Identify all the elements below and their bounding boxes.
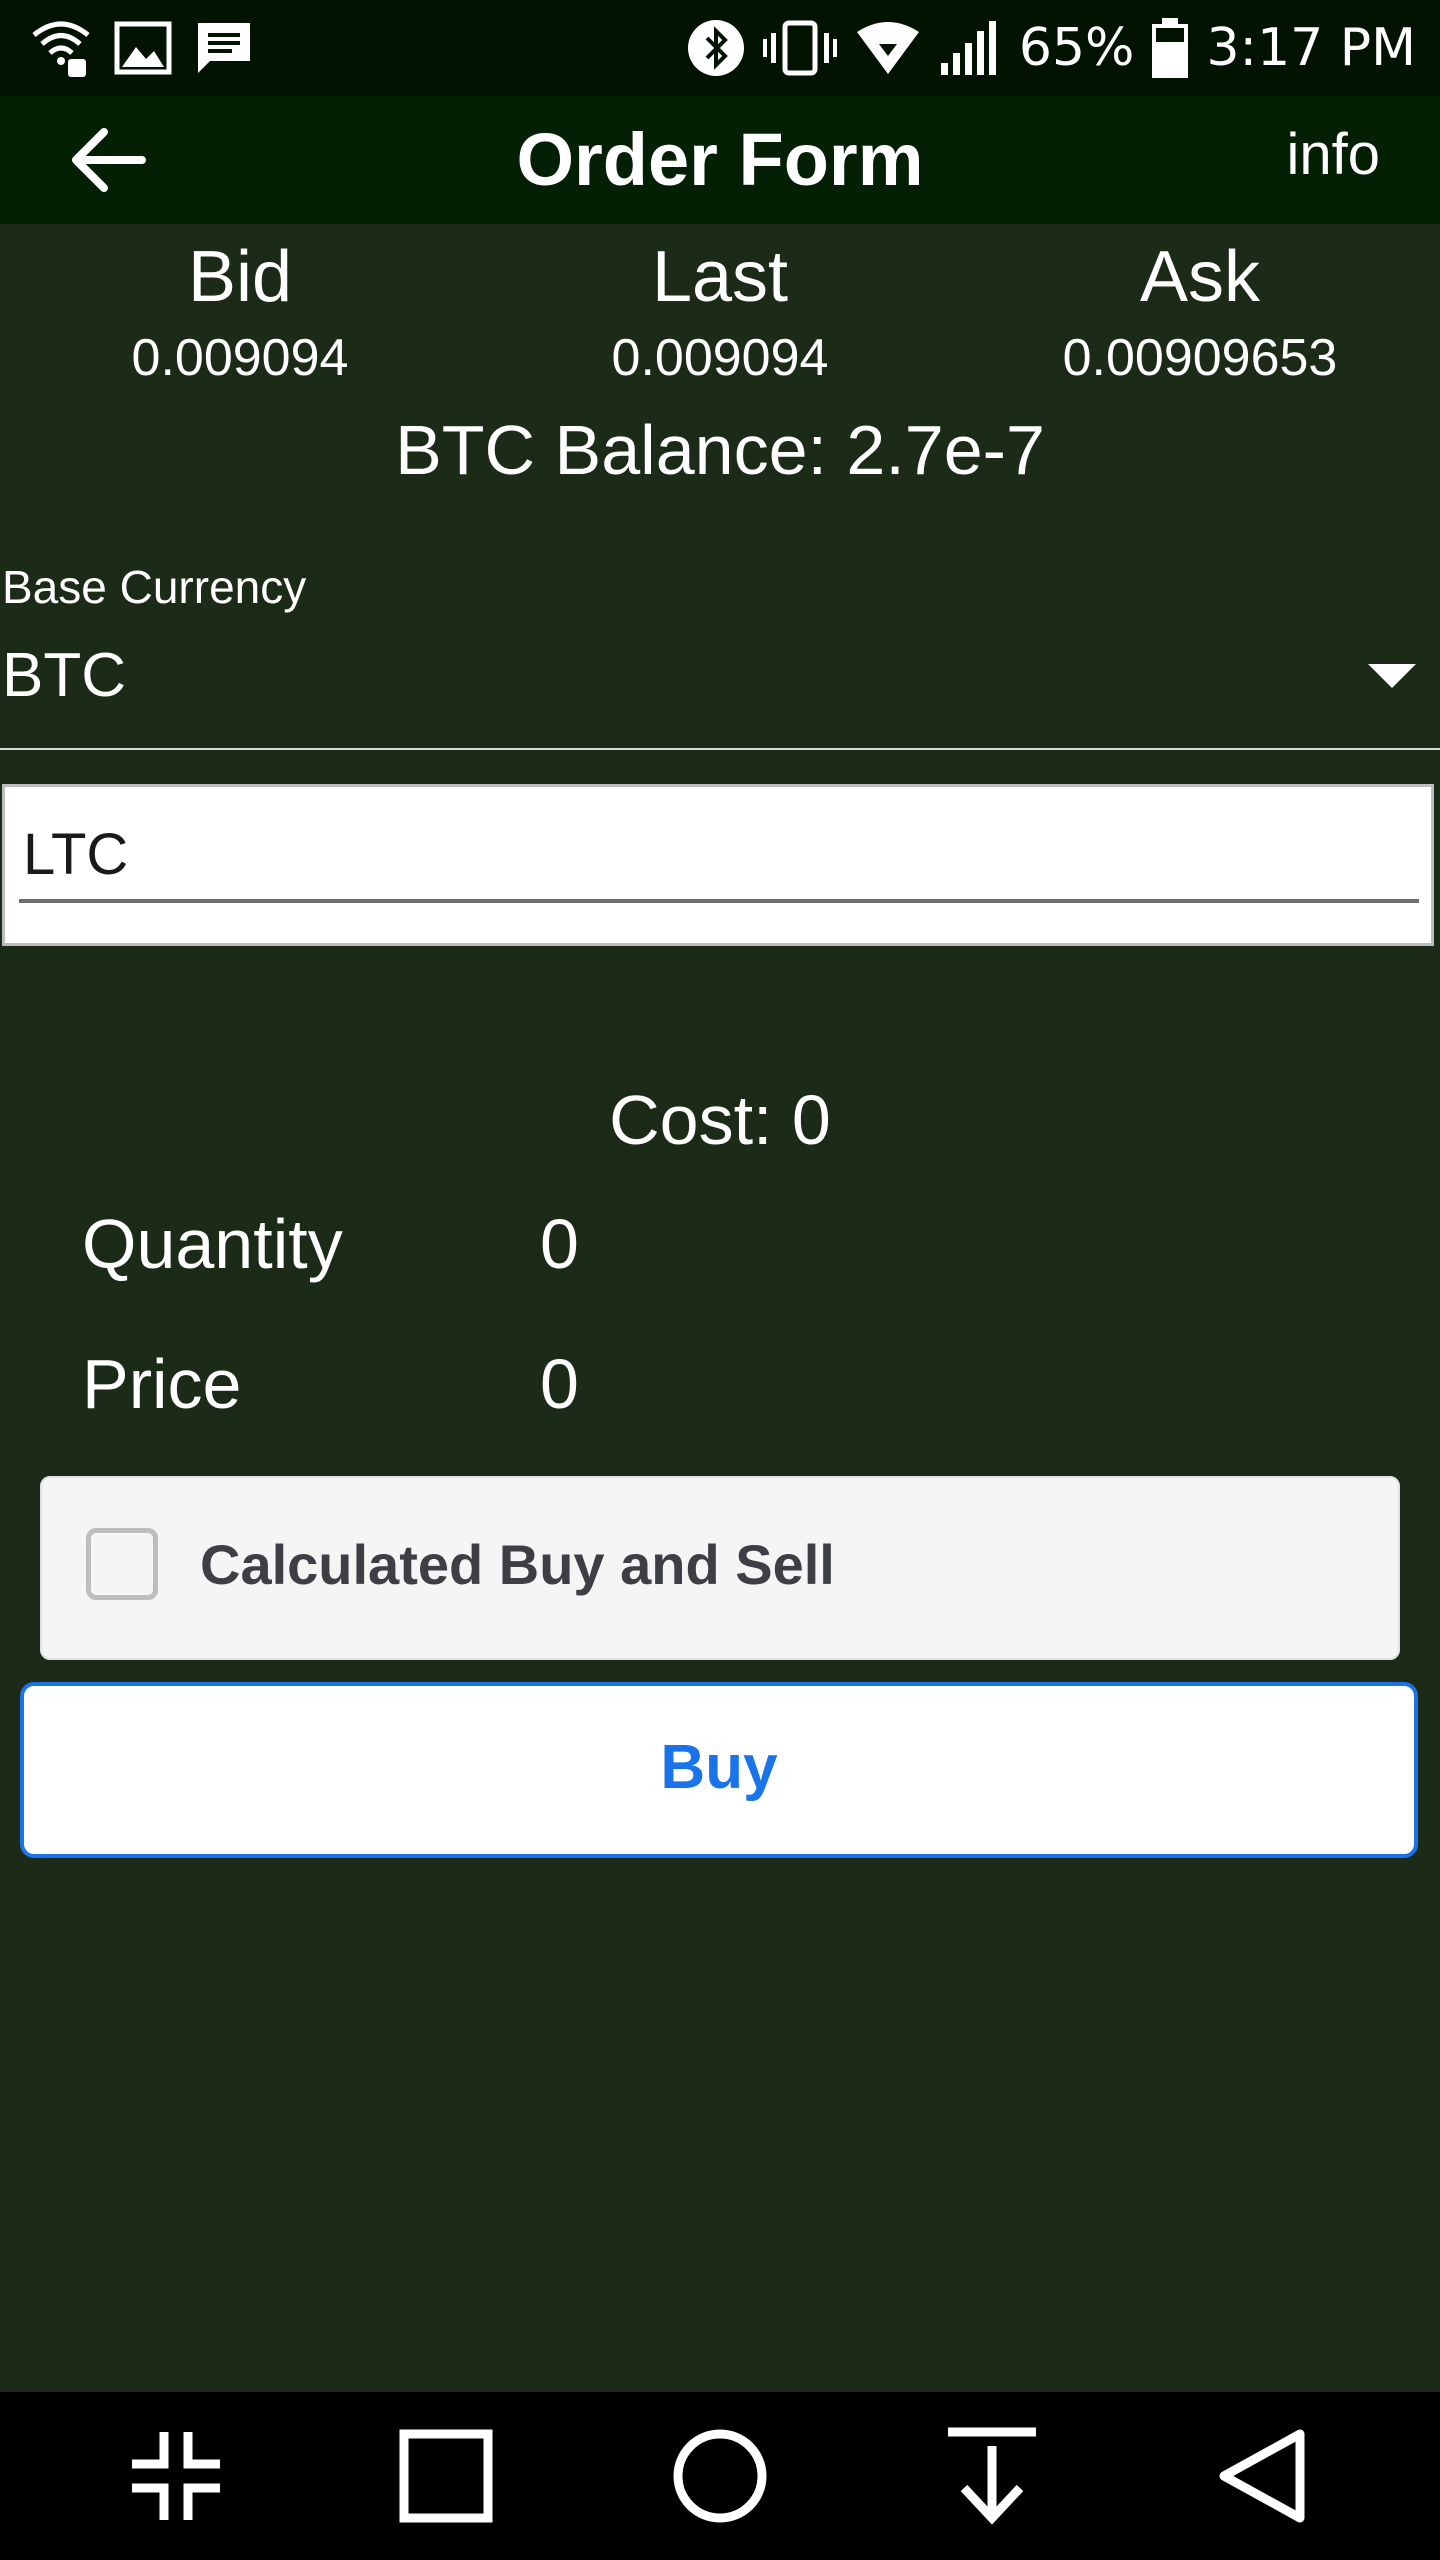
calculated-checkbox[interactable] — [86, 1528, 158, 1600]
vibrate-icon — [762, 20, 837, 76]
battery-icon — [1152, 18, 1189, 78]
app-bar: Order Form info — [0, 96, 1440, 224]
back-button[interactable] — [68, 120, 156, 200]
ask-value: 0.00909653 — [1062, 329, 1338, 387]
coin-field-container — [2, 784, 1434, 946]
battery-percent: 65% — [1018, 18, 1135, 78]
info-button[interactable]: info — [1286, 96, 1380, 224]
buy-button[interactable]: Buy — [20, 1682, 1418, 1858]
ask-label: Ask — [1139, 237, 1261, 317]
recent-apps-button[interactable] — [396, 2426, 496, 2526]
back-icon — [1219, 2429, 1305, 2523]
ask-column: Ask 0.00909653 — [960, 232, 1440, 388]
base-currency-label: Base Currency — [2, 561, 307, 613]
price-label: Price — [82, 1345, 242, 1423]
compress-button[interactable] — [126, 2426, 226, 2526]
compress-icon — [132, 2432, 220, 2520]
status-bar-left-icons — [30, 16, 254, 80]
clock: 3:17 PM — [1206, 18, 1416, 78]
home-icon — [673, 2429, 767, 2523]
last-value: 0.009094 — [611, 329, 829, 387]
image-icon — [114, 21, 172, 75]
status-bar-right-icons: 65% 3:17 PM — [687, 10, 1416, 86]
price-value: 0 — [540, 1345, 579, 1423]
signal-icon — [940, 21, 996, 75]
navigation-bar — [0, 2392, 1440, 2560]
calculated-buy-sell-card[interactable]: Calculated Buy and Sell — [40, 1476, 1400, 1660]
status-bar: 65% 3:17 PM — [0, 0, 1440, 96]
recent-apps-icon — [399, 2429, 493, 2523]
coin-input[interactable] — [19, 809, 1419, 903]
quantity-label: Quantity — [82, 1205, 343, 1283]
cost-text: Cost: 0 — [609, 1081, 831, 1159]
notification-pull-icon — [948, 2427, 1036, 2525]
base-currency-value: BTC — [2, 641, 126, 710]
back-nav-button[interactable] — [1214, 2426, 1314, 2526]
base-currency-select[interactable]: BTC — [0, 620, 1440, 750]
bid-value: 0.009094 — [131, 329, 349, 387]
wifi-icon — [856, 22, 919, 74]
btc-balance: BTC Balance: 2.7e-7 — [395, 411, 1045, 489]
home-button[interactable] — [670, 2426, 770, 2526]
bid-label: Bid — [187, 237, 293, 317]
dropdown-arrow-icon — [1368, 664, 1416, 688]
bid-column: Bid 0.009094 — [0, 232, 480, 388]
arrow-left-icon — [72, 128, 146, 192]
last-label: Last — [651, 237, 789, 317]
notification-pull-button[interactable] — [942, 2426, 1042, 2526]
last-column: Last 0.009094 — [480, 232, 960, 388]
calculated-label: Calculated Buy and Sell — [200, 1533, 835, 1596]
quantity-value: 0 — [540, 1205, 579, 1283]
page-title: Order Form — [516, 118, 924, 201]
bluetooth-icon — [687, 20, 744, 76]
wifi-call-icon — [32, 21, 90, 77]
message-icon — [198, 23, 250, 73]
